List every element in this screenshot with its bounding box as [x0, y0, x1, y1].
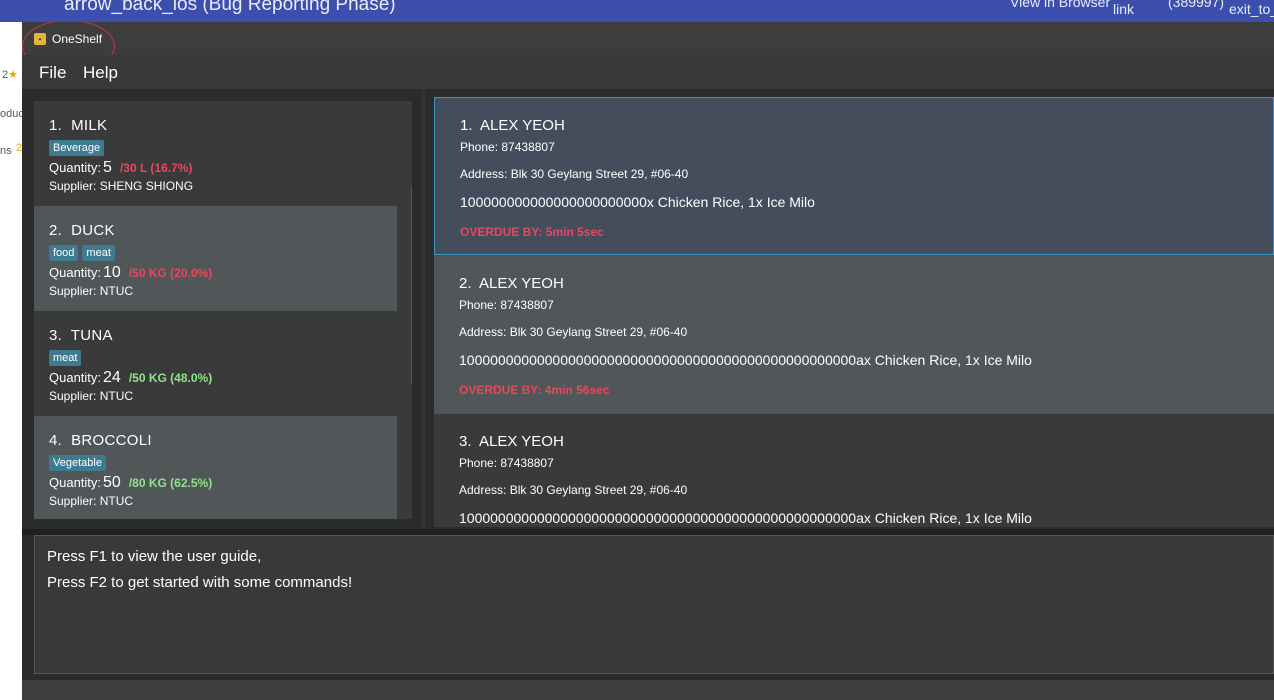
capacity-text: /30 L (16.7%) — [119, 161, 193, 175]
customer-address: Address: Blk 30 Geylang Street 29, #06-4… — [460, 167, 689, 181]
tag: Vegetable — [49, 455, 106, 471]
order-items: 100000000000000000000000x Chicken Rice, … — [460, 194, 815, 210]
background-fragment: ns — [0, 145, 12, 157]
overdue-text: OVERDUE BY: 4min 56sec — [459, 383, 610, 397]
background-fragment: oduc — [0, 108, 22, 120]
view-in-browser-link[interactable]: View in Browser — [1010, 0, 1110, 10]
status-bar — [22, 680, 1274, 700]
item-tags: meat — [49, 348, 85, 366]
customer-phone: Phone: 87438807 — [459, 298, 554, 312]
background-number: (389997) — [1168, 0, 1225, 10]
order-card[interactable]: 1. ALEX YEOH Phone: 87438807 Address: Bl… — [434, 97, 1274, 255]
customer-address: Address: Blk 30 Geylang Street 29, #06-4… — [459, 483, 688, 497]
customer-address: Address: Blk 30 Geylang Street 29, #06-4… — [459, 325, 688, 339]
background-left-strip: 2★ oduc ns 2 — [0, 22, 22, 700]
link-text[interactable]: link — [1113, 1, 1134, 17]
inventory-card[interactable]: 2. DUCK food meat Quantity: 10/50 KG (20.0… — [34, 206, 397, 311]
tag: meat — [82, 245, 115, 261]
item-name: 3. TUNA — [49, 327, 113, 344]
order-card[interactable]: 3. ALEX YEOH Phone: 87438807 Address: Bl… — [434, 414, 1274, 527]
item-quantity: Quantity: 24/50 KG (48.0%) — [49, 369, 213, 386]
item-supplier: Supplier: NTUC — [49, 389, 134, 403]
inventory-card[interactable]: 4. BROCCOLI Vegetable Quantity: 50/80 KG … — [34, 416, 397, 519]
item-quantity: Quantity: 50/80 KG (62.5%) — [49, 474, 213, 491]
customer-phone: Phone: 87438807 — [460, 140, 555, 154]
capacity-text: /50 KG (48.0%) — [128, 371, 213, 385]
result-line: Press F1 to view the user guide, — [47, 548, 262, 565]
split-divider[interactable] — [422, 89, 425, 529]
menu-help[interactable]: Help — [83, 63, 118, 83]
menu-bar: File Help — [22, 55, 1274, 89]
item-supplier: Supplier: SHENG SHIONG — [49, 179, 194, 193]
order-list[interactable]: 1. ALEX YEOH Phone: 87438807 Address: Bl… — [434, 97, 1274, 527]
item-tags: Vegetable — [49, 453, 110, 471]
order-card[interactable]: 2. ALEX YEOH Phone: 87438807 Address: Bl… — [434, 256, 1274, 414]
item-supplier: Supplier: NTUC — [49, 284, 134, 298]
item-name: 1. MILK — [49, 117, 108, 134]
background-fragment: 2★ — [2, 69, 18, 81]
app-icon: ▪ — [34, 33, 46, 45]
customer-name: 3. ALEX YEOH — [459, 433, 564, 450]
window-title-bar[interactable]: ▪ OneShelf — [22, 22, 1274, 72]
order-items: 1000000000000000000000000000000000000000… — [459, 352, 1032, 368]
order-items: 1000000000000000000000000000000000000000… — [459, 510, 1032, 526]
item-name: 4. BROCCOLI — [49, 432, 152, 449]
tag: food — [49, 245, 79, 261]
item-tags: Beverage — [49, 138, 108, 156]
inventory-scrollbar[interactable] — [411, 184, 412, 386]
item-quantity: Quantity: 5/30 L (16.7%) — [49, 159, 193, 176]
item-name: 2. DUCK — [49, 222, 115, 239]
item-tags: food meat — [49, 243, 119, 261]
inventory-list[interactable]: 1. MILK Beverage Quantity: 5/30 L (16.7%)… — [34, 101, 412, 519]
tag: Beverage — [49, 140, 105, 156]
exit-text[interactable]: exit_to_ — [1229, 1, 1274, 17]
tag: meat — [49, 350, 82, 366]
item-supplier: Supplier: NTUC — [49, 494, 134, 508]
customer-phone: Phone: 87438807 — [459, 456, 554, 470]
menu-file[interactable]: File — [39, 63, 66, 83]
result-display[interactable]: Press F1 to view the user guide, Press F… — [34, 535, 1274, 674]
oneshelf-window: ▪ OneShelf File Help 1. MILK Beverage Qu… — [22, 22, 1274, 700]
window-title: OneShelf — [52, 32, 103, 46]
result-line: Press F2 to get started with some comman… — [47, 574, 353, 591]
customer-name: 2. ALEX YEOH — [459, 275, 564, 292]
overdue-text: OVERDUE BY: 5min 5sec — [460, 225, 604, 239]
browser-top-bar: arrow_back_ios (Bug Reporting Phase) Vie… — [0, 0, 1274, 22]
item-quantity: Quantity: 10/50 KG (20.0%) — [49, 264, 213, 281]
background-page-title: arrow_back_ios (Bug Reporting Phase) — [64, 0, 396, 15]
inventory-card[interactable]: 1. MILK Beverage Quantity: 5/30 L (16.7%)… — [34, 101, 397, 206]
capacity-text: /50 KG (20.0%) — [128, 266, 213, 280]
customer-name: 1. ALEX YEOH — [460, 117, 565, 134]
inventory-card[interactable]: 3. TUNA meat Quantity: 24/50 KG (48.0%) S… — [34, 311, 397, 416]
star-icon: ★ — [8, 69, 18, 81]
capacity-text: /80 KG (62.5%) — [128, 476, 213, 490]
